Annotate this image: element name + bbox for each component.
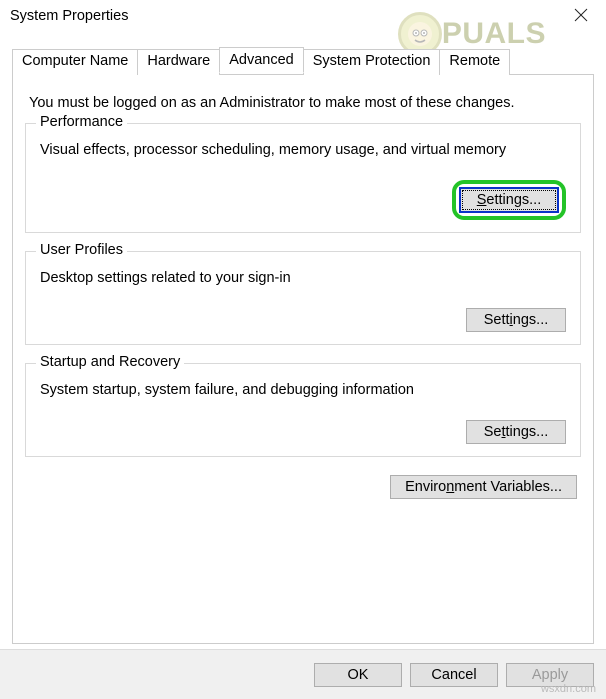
highlight-performance-settings: Settings... — [452, 180, 566, 220]
intro-text: You must be logged on as an Administrato… — [29, 95, 579, 111]
cancel-button[interactable]: Cancel — [410, 663, 498, 687]
startup-recovery-settings-button[interactable]: Settings... — [466, 420, 566, 444]
tab-advanced[interactable]: Advanced — [219, 47, 304, 73]
dialog-button-bar: OK Cancel Apply — [0, 649, 606, 699]
group-user-profiles: User Profiles Desktop settings related t… — [25, 251, 581, 345]
system-properties-window: System Properties PUALS Computer Name Ha… — [0, 0, 606, 699]
window-title: System Properties — [10, 8, 128, 24]
tab-content-advanced: You must be logged on as an Administrato… — [12, 75, 594, 644]
group-performance-title: Performance — [36, 114, 127, 130]
group-user-profiles-title: User Profiles — [36, 242, 127, 258]
close-icon — [574, 8, 588, 22]
user-profiles-settings-button[interactable]: Settings... — [466, 308, 566, 332]
performance-settings-button[interactable]: Settings... — [459, 187, 559, 213]
group-user-profiles-desc: Desktop settings related to your sign-in — [40, 270, 570, 286]
group-startup-recovery: Startup and Recovery System startup, sys… — [25, 363, 581, 457]
title-bar: System Properties — [0, 0, 606, 32]
tab-remote[interactable]: Remote — [439, 49, 510, 75]
group-performance: Performance Visual effects, processor sc… — [25, 123, 581, 233]
group-performance-desc: Visual effects, processor scheduling, me… — [40, 142, 570, 158]
tab-hardware[interactable]: Hardware — [137, 49, 220, 75]
group-startup-recovery-title: Startup and Recovery — [36, 354, 184, 370]
environment-variables-button[interactable]: Environment Variables... — [390, 475, 577, 499]
group-startup-recovery-desc: System startup, system failure, and debu… — [40, 382, 570, 398]
ok-button[interactable]: OK — [314, 663, 402, 687]
tab-computer-name[interactable]: Computer Name — [12, 49, 138, 75]
tab-strip: Computer Name Hardware Advanced System P… — [12, 48, 594, 75]
apply-button[interactable]: Apply — [506, 663, 594, 687]
env-row: Environment Variables... — [23, 475, 583, 499]
tab-system-protection[interactable]: System Protection — [303, 49, 441, 75]
close-button[interactable] — [570, 4, 592, 26]
